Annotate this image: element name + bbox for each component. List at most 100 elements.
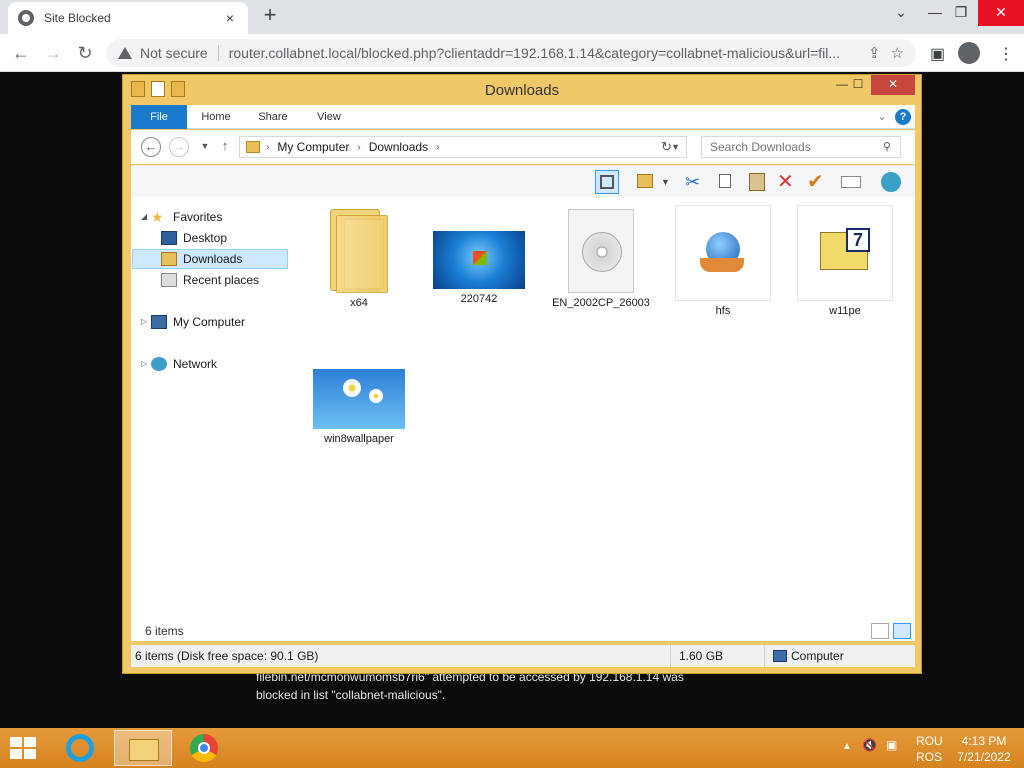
- start-windows-icon[interactable]: [10, 737, 38, 761]
- volume-muted-icon[interactable]: 🔇: [862, 738, 877, 752]
- breadcrumb-downloads[interactable]: Downloads: [369, 140, 428, 154]
- tab-home[interactable]: Home: [193, 105, 239, 129]
- breadcrumb-my-computer[interactable]: My Computer: [277, 140, 349, 154]
- properties-card-icon[interactable]: [839, 170, 863, 194]
- up-arrow-icon[interactable]: ↑: [215, 137, 235, 157]
- folder-options-icon[interactable]: [635, 170, 659, 194]
- file-item-win8wallpaper[interactable]: win8wallpaper: [309, 369, 409, 446]
- preview-pane-icon[interactable]: [595, 170, 619, 194]
- file-name: win8wallpaper: [324, 433, 394, 445]
- nav-downloads[interactable]: Downloads: [132, 249, 288, 269]
- reload-button[interactable]: ↻: [72, 40, 98, 66]
- back-arrow-icon[interactable]: ←: [141, 137, 161, 157]
- network-icon: [151, 357, 167, 371]
- explorer-titlebar[interactable]: Downloads — ☐ ✕: [123, 75, 921, 105]
- tab-search-button[interactable]: ⌄: [884, 0, 918, 26]
- tab-close-button[interactable]: ×: [222, 10, 238, 26]
- nav-computer-label: My Computer: [173, 315, 246, 329]
- bookmark-star-icon[interactable]: ☆: [891, 44, 904, 62]
- search-input[interactable]: [701, 136, 901, 158]
- forward-button[interactable]: →: [40, 40, 66, 66]
- browser-tab-strip: Site Blocked × + ⌄ — ❐ ✕: [0, 0, 1024, 34]
- file-item-en-2002cp-26003[interactable]: EN_2002CP_26003: [551, 209, 651, 310]
- internet-explorer-icon[interactable]: [52, 730, 110, 766]
- explorer-maximize-button[interactable]: ☐: [845, 75, 871, 95]
- status-location-label: Computer: [791, 649, 844, 663]
- nav-desktop[interactable]: Desktop: [161, 228, 227, 248]
- breadcrumb-chevron-icon[interactable]: ›: [436, 142, 439, 153]
- restore-button[interactable]: ❐: [944, 0, 978, 26]
- rename-check-icon[interactable]: ✔: [807, 170, 831, 194]
- nav-my-computer[interactable]: ▷ My Computer: [141, 312, 245, 332]
- downloads-folder-icon: [161, 252, 177, 266]
- network-globe-icon[interactable]: [879, 170, 903, 194]
- nav-favorites-label: Favorites: [173, 210, 223, 224]
- clock-time: 4:13 PM: [961, 734, 1007, 748]
- browser-tab[interactable]: Site Blocked ×: [8, 2, 248, 34]
- clock[interactable]: 4:13 PM 7/21/2022: [956, 734, 1012, 764]
- computer-icon: [151, 315, 167, 329]
- file-item-x64[interactable]: x64: [309, 205, 409, 310]
- forward-arrow-icon[interactable]: →: [169, 137, 189, 157]
- file-name: hfs: [715, 305, 731, 317]
- tab-file[interactable]: File: [131, 105, 187, 129]
- recent-locations-icon[interactable]: ▼: [195, 137, 215, 157]
- nav-network[interactable]: ▷ Network: [141, 354, 217, 374]
- dropdown-arrow-icon[interactable]: ▼: [661, 170, 685, 194]
- windows7-wallpaper-thumbnail: [433, 231, 525, 289]
- paste-icon[interactable]: [745, 170, 769, 194]
- network-status-icon[interactable]: ▣: [886, 738, 897, 752]
- address-dropdown-icon[interactable]: ▼: [671, 142, 680, 152]
- explorer-close-button[interactable]: ✕: [871, 75, 915, 95]
- nav-recent-places[interactable]: Recent places: [161, 270, 259, 290]
- search-icon[interactable]: ⚲: [883, 140, 891, 153]
- refresh-icon[interactable]: ↻: [661, 139, 672, 155]
- help-icon[interactable]: ?: [895, 109, 911, 125]
- desktop-icon: [161, 231, 177, 245]
- file-name: EN_2002CP_26003: [552, 297, 650, 309]
- file-name: 220742: [460, 293, 498, 305]
- share-icon[interactable]: ⇪: [868, 44, 881, 62]
- copy-icon[interactable]: [715, 170, 739, 194]
- large-icons-view-icon[interactable]: [893, 623, 911, 639]
- profile-avatar[interactable]: [958, 42, 980, 64]
- nav-favorites[interactable]: ◢ ★ Favorites: [141, 207, 222, 227]
- expand-arrow-icon[interactable]: ▷: [141, 312, 151, 332]
- back-button[interactable]: ←: [8, 40, 34, 66]
- close-window-button[interactable]: ✕: [978, 0, 1024, 26]
- collapse-arrow-icon[interactable]: ◢: [141, 207, 151, 227]
- breadcrumb-chevron-icon[interactable]: ›: [357, 142, 360, 153]
- address-bar[interactable]: Not secure router.collabnet.local/blocke…: [106, 39, 916, 67]
- keyboard-layout: ROS: [916, 750, 943, 764]
- breadcrumb-chevron-icon[interactable]: ›: [266, 142, 269, 153]
- blocked-message-line2: blocked in list "collabnet-malicious".: [256, 688, 446, 702]
- explorer-address-bar[interactable]: › My Computer › Downloads › ▼: [239, 136, 687, 158]
- content-area: ◢ ★ Favorites Desktop Downloads Recent p…: [131, 197, 915, 641]
- file-item-220742[interactable]: 220742: [429, 231, 529, 306]
- view-switcher: [871, 623, 911, 639]
- show-hidden-icons-icon[interactable]: ▲: [842, 740, 852, 754]
- expand-arrow-icon[interactable]: ▷: [141, 354, 151, 374]
- clock-date: 7/21/2022: [957, 750, 1011, 764]
- cut-icon[interactable]: ✂: [685, 170, 709, 194]
- recent-places-icon: [161, 273, 177, 287]
- folder-icon: [326, 205, 392, 293]
- file-item-w11pe[interactable]: 7 w11pe: [795, 205, 895, 318]
- tab-share[interactable]: Share: [249, 105, 297, 129]
- chrome-icon[interactable]: [176, 730, 234, 766]
- nav-desktop-label: Desktop: [183, 231, 228, 245]
- delete-icon[interactable]: ✕: [777, 170, 801, 194]
- side-panel-icon[interactable]: ▣: [930, 44, 945, 64]
- menu-dots-icon[interactable]: ⋮: [998, 44, 1014, 64]
- file-explorer-icon[interactable]: [114, 730, 172, 766]
- explorer-title: Downloads: [484, 82, 560, 99]
- url-text[interactable]: router.collabnet.local/blocked.php?clien…: [229, 45, 858, 61]
- details-view-icon[interactable]: [871, 623, 889, 639]
- file-item-hfs[interactable]: hfs: [673, 205, 773, 318]
- input-language[interactable]: ROU ROS: [916, 734, 943, 764]
- navigation-bar: ← → ▼ ↑ › My Computer › Downloads › ▼ ↻ …: [131, 130, 915, 164]
- new-tab-button[interactable]: +: [258, 4, 282, 28]
- tab-view[interactable]: View: [307, 105, 351, 129]
- ribbon-expand-icon[interactable]: ⌄: [875, 105, 889, 129]
- status-bar: 6 items (Disk free space: 90.1 GB) 1.60 …: [131, 645, 915, 667]
